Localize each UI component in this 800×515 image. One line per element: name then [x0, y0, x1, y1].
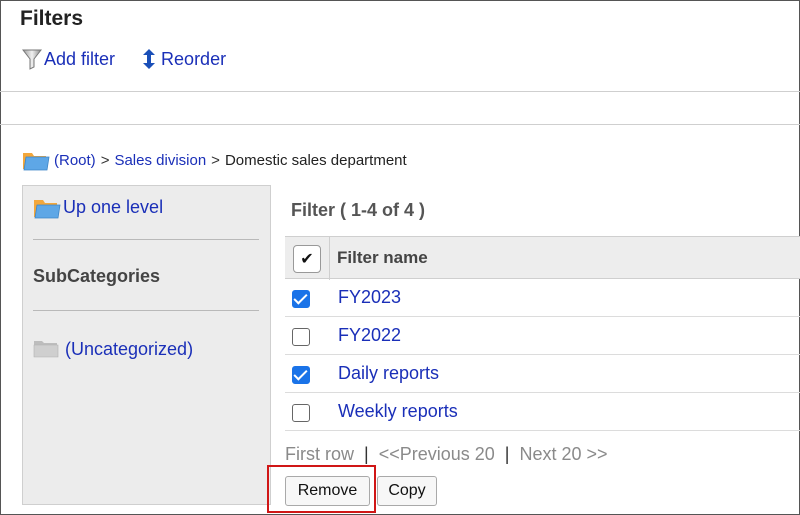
reorder-label: Reorder — [161, 48, 227, 69]
breadcrumb-separator: > — [100, 151, 110, 169]
row-checkbox[interactable] — [292, 366, 310, 384]
pager-separator: | — [364, 444, 369, 464]
filter-name-link[interactable]: Weekly reports — [338, 401, 458, 422]
divider — [33, 310, 259, 311]
filter-name-link[interactable]: FY2022 — [338, 325, 401, 346]
breadcrumb-current: Domestic sales department — [224, 151, 407, 169]
folder-icon — [33, 338, 61, 360]
first-row-link: First row — [285, 444, 354, 464]
pagination: First row | <<Previous 20 | Next 20 >> — [285, 444, 608, 465]
breadcrumb: (Root) > Sales division > Domestic sales… — [22, 146, 407, 174]
toolbar: Add filter Reorder — [20, 46, 248, 72]
filter-name-link[interactable]: FY2023 — [338, 287, 401, 308]
table-row: Weekly reports — [285, 393, 800, 431]
add-filter-button[interactable]: Add filter — [20, 47, 115, 71]
divider — [33, 239, 259, 240]
page-title: Filters — [20, 7, 84, 30]
add-filter-label: Add filter — [44, 48, 116, 69]
copy-button[interactable]: Copy — [377, 476, 437, 506]
row-checkbox[interactable] — [292, 404, 310, 422]
up-one-level-label: Up one level — [63, 196, 164, 217]
previous-20-link: <<Previous 20 — [378, 444, 495, 464]
column-separator — [329, 237, 330, 280]
divider — [0, 91, 800, 92]
reorder-button[interactable]: Reorder — [137, 47, 226, 71]
row-checkbox[interactable] — [292, 290, 310, 308]
folder-icon — [22, 149, 50, 171]
breadcrumb-separator: > — [211, 151, 220, 169]
table-header: ✔ Filter name — [285, 236, 800, 280]
row-checkbox[interactable] — [292, 328, 310, 346]
table-row: Daily reports — [285, 355, 800, 393]
table-body: FY2023 FY2022 Daily reports Weekly reports — [285, 279, 800, 431]
category-sidebar: Up one level SubCategories (Uncategorize… — [22, 185, 271, 505]
filter-table: ✔ Filter name FY2023 FY2022 Daily reports W… — [285, 236, 800, 431]
uncategorized-label: (Uncategorized) — [65, 338, 194, 359]
table-row: FY2022 — [285, 317, 800, 355]
next-20-link: Next 20 >> — [519, 444, 608, 464]
filter-name-link[interactable]: Daily reports — [338, 363, 439, 384]
breadcrumb-root-link[interactable]: (Root) — [54, 152, 96, 169]
filter-list-title: Filter ( 1-4 of 4 ) — [291, 200, 426, 220]
select-all-checkbox[interactable]: ✔ — [293, 245, 321, 273]
up-one-level-link[interactable]: Up one level — [33, 196, 164, 219]
highlight-box — [267, 465, 376, 513]
table-row: FY2023 — [285, 279, 800, 317]
divider — [0, 124, 800, 125]
funnel-icon — [20, 47, 44, 71]
breadcrumb-division-link[interactable]: Sales division — [114, 152, 206, 169]
column-header-filter-name: Filter name — [337, 248, 428, 267]
uncategorized-link[interactable]: (Uncategorized) — [33, 338, 193, 360]
up-down-arrow-icon — [137, 47, 161, 71]
pager-separator: | — [504, 444, 510, 464]
subcategories-heading: SubCategories — [33, 266, 161, 286]
folder-icon — [33, 196, 61, 219]
